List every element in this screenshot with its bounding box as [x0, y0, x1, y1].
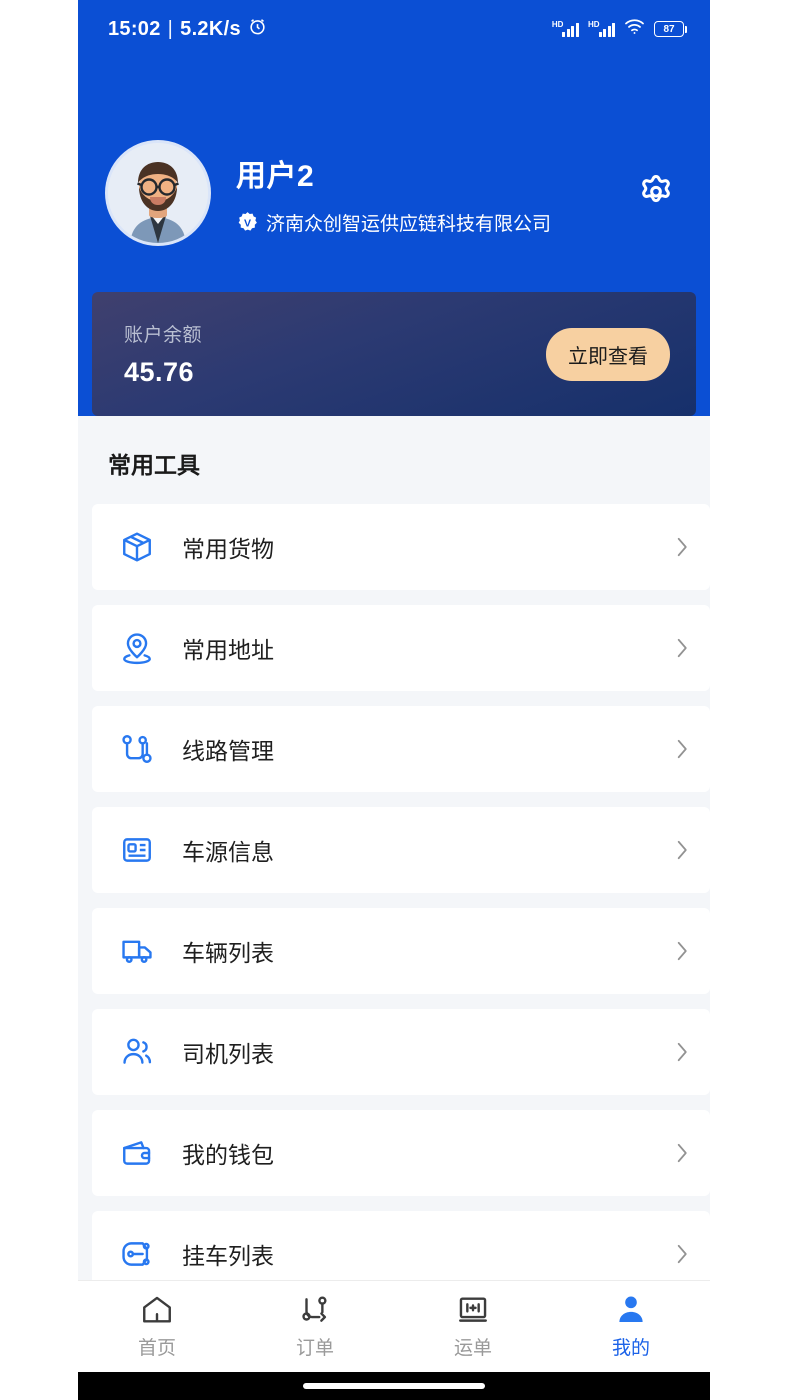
avatar[interactable]	[108, 143, 208, 243]
balance-card: 账户余额 45.76 立即查看	[92, 292, 696, 416]
verified-badge-icon: V	[238, 211, 257, 231]
tool-label: 线路管理	[182, 738, 274, 764]
tool-item-vehicle-list[interactable]: 车辆列表	[92, 908, 710, 994]
battery-level: 87	[663, 23, 675, 35]
balance-text-group: 账户余额 45.76	[124, 320, 202, 388]
wallet-icon	[120, 1136, 154, 1170]
home-indicator[interactable]	[303, 1383, 485, 1389]
profile-header: 用户2 V 济南众创智运供应链科技有限公司	[78, 58, 710, 292]
truck-icon	[120, 934, 154, 968]
signal-icon-2: HD	[588, 21, 615, 37]
tool-label: 车辆列表	[182, 940, 274, 966]
gear-icon[interactable]	[636, 173, 676, 213]
tab-mine[interactable]: 我的	[552, 1281, 710, 1372]
tools-list: 常用货物 常用地址 线路管理 车源信息 车辆列表 司机列表 我的钱包 挂车列表	[78, 504, 710, 1297]
people-icon	[120, 1035, 154, 1069]
tool-label: 常用地址	[182, 637, 274, 663]
balance-label: 账户余额	[124, 325, 203, 346]
box-icon	[120, 530, 154, 564]
tab-waybill[interactable]: 运单	[394, 1281, 552, 1372]
tab-label: 我的	[611, 1338, 650, 1359]
chevron-right-icon	[677, 1042, 688, 1062]
location-pin-icon	[120, 631, 154, 665]
chevron-right-icon	[677, 1244, 688, 1264]
status-time: 15:02	[108, 17, 161, 40]
company-name: 济南众创智运供应链科技有限公司	[266, 213, 552, 235]
route-icon	[120, 732, 154, 766]
tool-item-driver-list[interactable]: 司机列表	[92, 1009, 710, 1095]
bottom-tab-bar: 首页 订单 运单 我的	[78, 1280, 710, 1372]
chevron-right-icon	[677, 941, 688, 961]
status-bar-right: HD HD 87	[552, 18, 687, 40]
chevron-right-icon	[677, 638, 688, 658]
network-speed: 5.2K/s	[180, 17, 241, 40]
status-separator: |	[167, 17, 174, 40]
tool-label: 车源信息	[182, 839, 274, 865]
chevron-right-icon	[677, 739, 688, 759]
company-row: V 济南众创智运供应链科技有限公司	[236, 209, 636, 236]
svg-text:V: V	[244, 217, 251, 229]
chevron-right-icon	[677, 840, 688, 860]
tab-label: 运单	[453, 1338, 492, 1359]
tool-item-common-goods[interactable]: 常用货物	[92, 504, 710, 590]
status-bar: 15:02 | 5.2K/s HD HD 87	[78, 0, 710, 58]
tab-orders[interactable]: 订单	[236, 1281, 394, 1372]
tool-item-vehicle-source[interactable]: 车源信息	[92, 807, 710, 893]
trailer-icon	[120, 1237, 154, 1271]
waybill-icon	[456, 1293, 490, 1327]
profile-info: 用户2 V 济南众创智运供应链科技有限公司	[236, 151, 636, 236]
section-title-tools: 常用工具	[78, 416, 710, 504]
tool-label: 常用货物	[182, 536, 274, 562]
vehicle-card-icon	[120, 833, 154, 867]
battery-icon: 87	[654, 21, 687, 37]
tool-label: 司机列表	[182, 1041, 274, 1067]
person-icon	[614, 1293, 648, 1327]
tab-home[interactable]: 首页	[78, 1281, 236, 1372]
user-avatar	[108, 143, 208, 243]
home-indicator-bar	[78, 1372, 710, 1400]
home-icon	[140, 1293, 174, 1327]
phone-screen: 15:02 | 5.2K/s HD HD 87 用户2 V 济南众创智运供应链科…	[78, 0, 710, 1400]
tab-label: 首页	[137, 1338, 176, 1359]
user-name: 用户2	[236, 159, 315, 193]
balance-card-wrapper: 账户余额 45.76 立即查看	[78, 292, 710, 416]
tool-label: 我的钱包	[182, 1142, 274, 1168]
view-balance-button[interactable]: 立即查看	[546, 327, 670, 381]
tool-item-route-management[interactable]: 线路管理	[92, 706, 710, 792]
wifi-icon	[624, 18, 645, 40]
status-bar-left: 15:02 | 5.2K/s	[108, 17, 267, 42]
balance-amount: 45.76	[124, 357, 195, 387]
tool-label: 挂车列表	[182, 1243, 274, 1269]
tab-label: 订单	[295, 1338, 334, 1359]
tool-item-my-wallet[interactable]: 我的钱包	[92, 1110, 710, 1196]
chevron-right-icon	[677, 537, 688, 557]
chevron-right-icon	[677, 1143, 688, 1163]
order-route-icon	[298, 1293, 332, 1327]
tool-item-common-address[interactable]: 常用地址	[92, 605, 710, 691]
signal-icon-1: HD	[552, 21, 579, 37]
alarm-icon	[248, 17, 267, 42]
